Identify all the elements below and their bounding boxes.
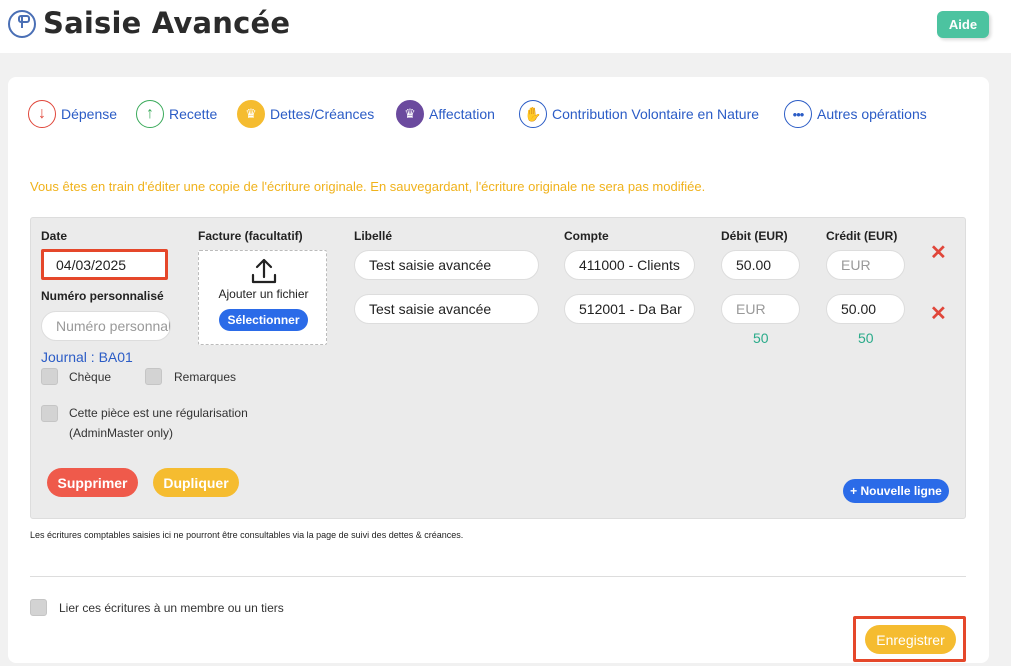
crown-icon: ♛ <box>396 100 424 128</box>
hand-icon: ✋ <box>519 100 547 128</box>
ellipsis-icon: ••• <box>784 100 812 128</box>
regularisation-label: Cette pièce est une régularisation <box>69 406 248 420</box>
compte-input[interactable]: 411000 - Clients <box>564 250 695 280</box>
entry-form: Date 04/03/2025 Numéro personnalisé Numé… <box>30 217 966 519</box>
tab-contribution-nature[interactable]: ✋ Contribution Volontaire en Nature <box>519 100 759 128</box>
cheque-label: Chèque <box>69 370 112 384</box>
libelle-header: Libellé <box>354 229 393 243</box>
arrow-down-icon: ↓ <box>28 100 56 128</box>
credit-header: Crédit (EUR) <box>826 229 898 243</box>
debit-header: Débit (EUR) <box>721 229 788 243</box>
tab-label: Contribution Volontaire en Nature <box>552 106 760 122</box>
libelle-input[interactable]: Test saisie avancée <box>354 250 539 280</box>
regularisation-sublabel: (AdminMaster only) <box>69 426 174 440</box>
compte-header: Compte <box>564 229 609 243</box>
select-file-button[interactable]: Sélectionner <box>219 309 308 331</box>
crown-icon: ♛ <box>237 100 265 128</box>
upload-label: Ajouter un fichier <box>218 287 309 301</box>
entry-card: ↓ Dépense ↑ Recette ♛ Dettes/Créances ♛ … <box>8 77 989 663</box>
invoice-label: Facture (facultatif) <box>198 229 303 243</box>
regularisation-checkbox[interactable] <box>41 405 58 422</box>
delete-line-icon[interactable]: ✕ <box>930 240 947 265</box>
tab-label: Dettes/Créances <box>270 106 375 122</box>
credit-input[interactable]: EUR <box>826 250 905 280</box>
tab-dettes-creances[interactable]: ♛ Dettes/Créances <box>237 100 374 128</box>
debit-total: 50 <box>753 330 769 346</box>
tab-label: Recette <box>169 106 218 122</box>
save-button[interactable]: Enregistrer <box>865 625 956 654</box>
link-member-checkbox[interactable] <box>30 599 47 616</box>
credit-input[interactable]: 50.00 <box>826 294 905 324</box>
arrow-up-icon: ↑ <box>136 100 164 128</box>
save-highlight: Enregistrer <box>853 616 966 662</box>
delete-line-icon[interactable]: ✕ <box>930 301 947 326</box>
libelle-input[interactable]: Test saisie avancée <box>354 294 539 324</box>
tab-affectation[interactable]: ♛ Affectation <box>396 100 495 128</box>
link-member-label: Lier ces écritures à un membre ou un tie… <box>59 601 284 615</box>
journal-label: Journal : BA01 <box>41 349 133 365</box>
credit-total: 50 <box>858 330 874 346</box>
footnote: Les écritures comptables saisies ici ne … <box>30 530 464 540</box>
cheque-checkbox[interactable] <box>41 368 58 385</box>
tab-label: Dépense <box>61 106 118 122</box>
pen-icon <box>8 10 36 38</box>
divider <box>30 576 966 577</box>
compte-input[interactable]: 512001 - Da Bar <box>564 294 695 324</box>
page-header: Saisie Avancée Aide <box>0 0 1011 53</box>
add-line-button[interactable]: + Nouvelle ligne <box>843 479 949 503</box>
tab-label: Affectation <box>429 106 495 122</box>
remarks-checkbox[interactable] <box>145 368 162 385</box>
tab-recette[interactable]: ↑ Recette <box>136 100 217 128</box>
debit-input[interactable]: 50.00 <box>721 250 800 280</box>
upload-icon <box>251 258 277 284</box>
help-button[interactable]: Aide <box>937 11 989 38</box>
edit-copy-notice: Vous êtes en train d'éditer une copie de… <box>30 179 706 194</box>
date-label: Date <box>41 229 68 243</box>
page-title: Saisie Avancée <box>43 6 291 40</box>
custom-number-input[interactable]: Numéro personnalisé <box>41 311 171 341</box>
date-input[interactable]: 04/03/2025 <box>41 249 168 280</box>
tab-depense[interactable]: ↓ Dépense <box>28 100 117 128</box>
remarks-label: Remarques <box>174 370 237 384</box>
tab-label: Autres opérations <box>817 106 927 122</box>
custom-number-label: Numéro personnalisé <box>41 289 164 303</box>
file-dropzone[interactable]: Ajouter un fichier Sélectionner <box>198 250 327 345</box>
duplicate-entry-button[interactable]: Dupliquer <box>153 468 239 497</box>
tab-autres-operations[interactable]: ••• Autres opérations <box>784 100 927 128</box>
delete-entry-button[interactable]: Supprimer <box>47 468 138 497</box>
debit-input[interactable]: EUR <box>721 294 800 324</box>
